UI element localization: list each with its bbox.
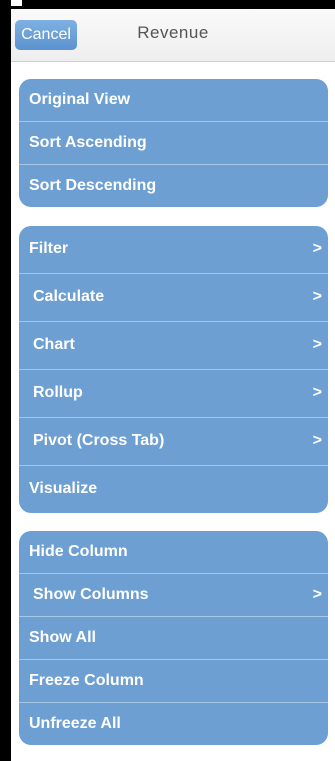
menu-item-calculate[interactable]: Calculate > — [19, 273, 328, 321]
menu-item-show-columns[interactable]: Show Columns > — [19, 573, 328, 616]
menu-item-pivot-cross-tab[interactable]: Pivot (Cross Tab) > — [19, 417, 328, 465]
menu-item-label: Show All — [29, 629, 96, 646]
chevron-right-icon: > — [312, 240, 322, 257]
menu-item-label: Original View — [29, 91, 131, 108]
menu-item-chart[interactable]: Chart > — [19, 321, 328, 369]
column-options-panel: Cancel Revenue Original View Sort Ascend… — [11, 9, 335, 761]
menu-item-label: Show Columns — [33, 586, 149, 603]
column-options-group: Hide Column Show Columns > Show All Free… — [19, 531, 328, 745]
analysis-options-group: Filter > Calculate > Chart > Rollup > Pi… — [19, 226, 328, 513]
sort-options-group: Original View Sort Ascending Sort Descen… — [19, 79, 328, 207]
menu-item-label: Filter — [29, 240, 69, 257]
menu-item-label: Rollup — [33, 384, 83, 401]
chevron-right-icon: > — [312, 336, 322, 353]
page-title: Revenue — [137, 23, 209, 42]
menu-item-original-view[interactable]: Original View — [19, 79, 328, 121]
menu-item-label: Freeze Column — [29, 672, 144, 689]
chevron-right-icon: > — [312, 384, 322, 401]
chevron-right-icon: > — [312, 288, 322, 305]
header-bar: Cancel Revenue — [11, 9, 335, 62]
menu-item-rollup[interactable]: Rollup > — [19, 369, 328, 417]
menu-item-sort-descending[interactable]: Sort Descending — [19, 164, 328, 207]
menu-item-label: Unfreeze All — [29, 715, 121, 732]
menu-item-freeze-column[interactable]: Freeze Column — [19, 659, 328, 702]
chevron-right-icon: > — [312, 586, 322, 603]
top-frame — [0, 0, 335, 9]
menu-item-label: Chart — [33, 336, 75, 353]
menu-item-sort-ascending[interactable]: Sort Ascending — [19, 121, 328, 164]
menu-item-unfreeze-all[interactable]: Unfreeze All — [19, 702, 328, 745]
menu-item-hide-column[interactable]: Hide Column — [19, 531, 328, 573]
menu-item-label: Sort Ascending — [29, 134, 147, 151]
menu-item-label: Visualize — [29, 480, 98, 497]
menu-item-label: Hide Column — [29, 543, 128, 560]
menu-item-label: Sort Descending — [29, 177, 157, 194]
menu-item-visualize[interactable]: Visualize — [19, 465, 328, 513]
menu-item-label: Pivot (Cross Tab) — [33, 432, 165, 449]
menu-item-show-all[interactable]: Show All — [19, 616, 328, 659]
left-frame — [0, 0, 11, 761]
menu-item-label: Calculate — [33, 288, 105, 305]
chevron-right-icon: > — [312, 432, 322, 449]
menu-item-filter[interactable]: Filter > — [19, 226, 328, 273]
